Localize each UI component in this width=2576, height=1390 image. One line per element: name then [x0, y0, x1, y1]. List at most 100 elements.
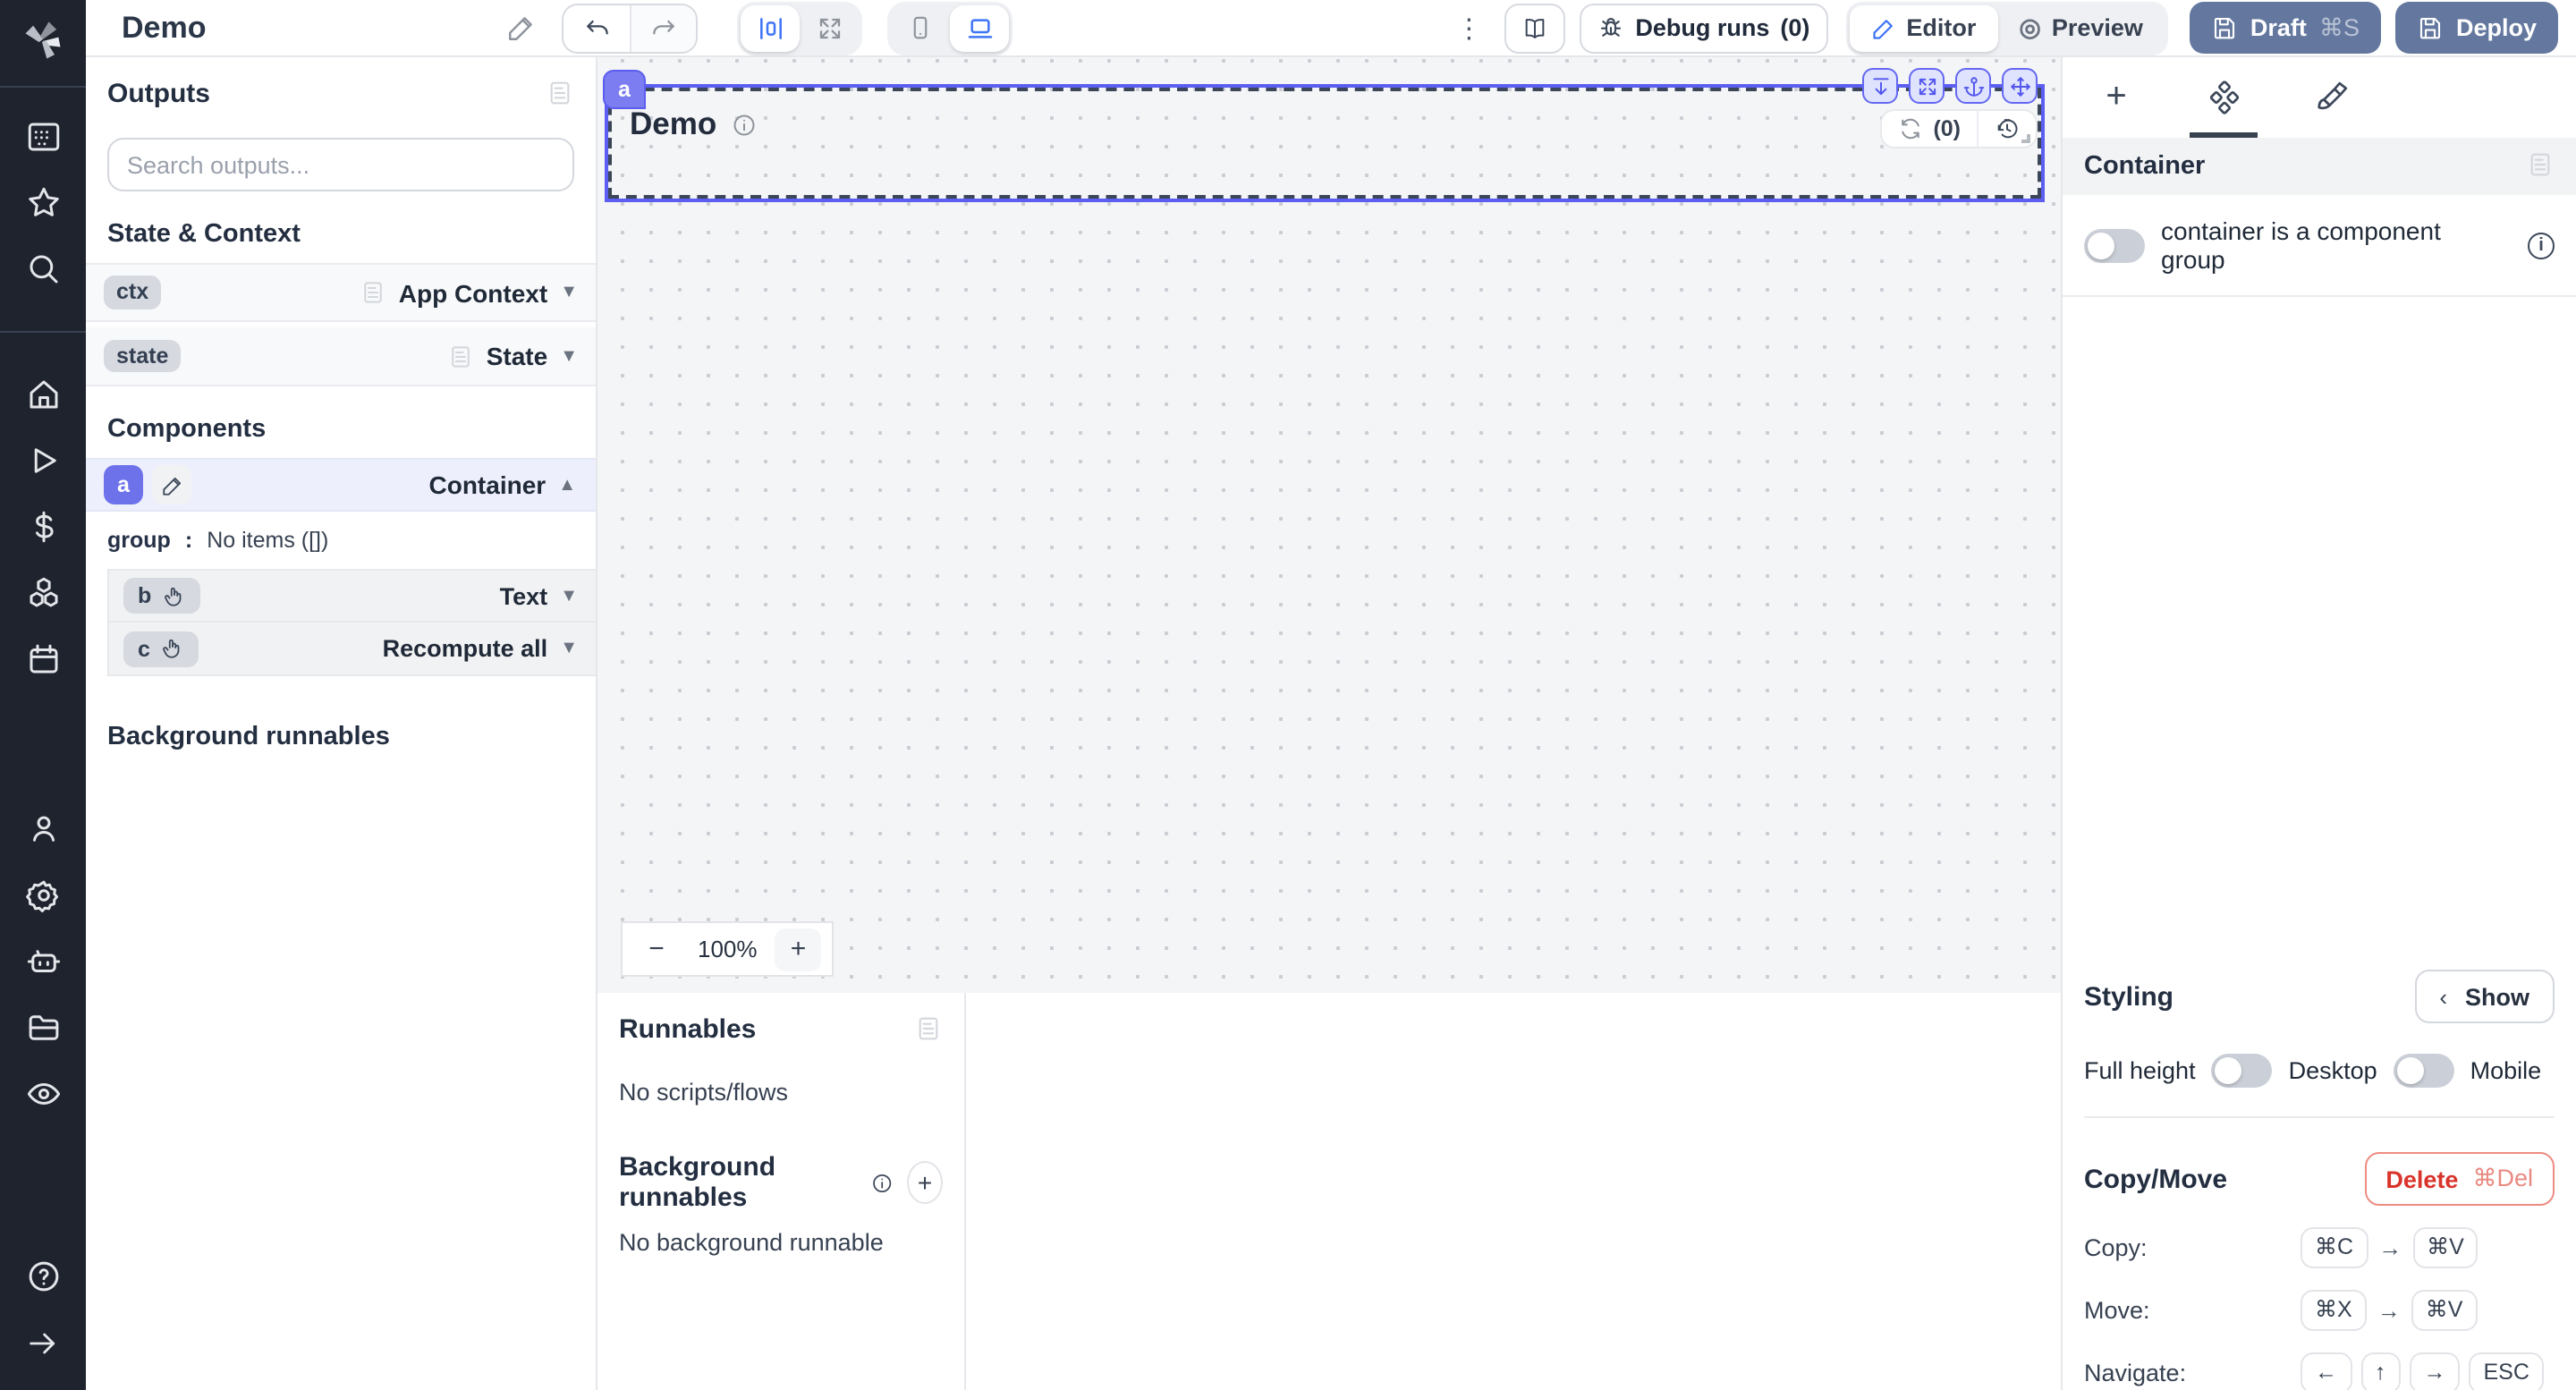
app-canvas[interactable]: a Demo — [597, 57, 2061, 993]
maximize-icon[interactable] — [1909, 68, 1945, 104]
resources-cubes-icon[interactable] — [0, 560, 86, 626]
hand-pointer-icon — [161, 637, 184, 660]
styling-section: Styling ‹ Show Full height Desktop Mobil… — [2063, 948, 2576, 1140]
info-icon — [871, 1169, 893, 1196]
group-value: No items ([]) — [207, 528, 328, 553]
copy-move-title: Copy/Move — [2084, 1164, 2227, 1194]
tab-component-settings[interactable] — [2170, 57, 2277, 138]
component-row-recompute[interactable]: c Recompute all ▼ — [109, 623, 596, 676]
folders-icon[interactable] — [0, 995, 86, 1061]
delete-kbd: ⌘Del — [2472, 1165, 2533, 1193]
tab-styling-brush[interactable] — [2277, 57, 2385, 138]
deploy-button[interactable]: Deploy — [2395, 2, 2558, 54]
variables-dollar-icon[interactable] — [0, 494, 86, 560]
home-icon[interactable] — [0, 361, 86, 428]
chevron-up-icon[interactable]: ▲ — [558, 475, 576, 495]
full-height-toggle[interactable] — [2212, 1054, 2273, 1088]
delete-label: Delete — [2385, 1165, 2458, 1192]
zoom-in-button[interactable]: + — [775, 928, 822, 970]
container-doc-icon[interactable] — [2526, 149, 2555, 183]
state-context-title: State & Context — [86, 191, 596, 263]
component-group-toggle[interactable] — [2084, 228, 2145, 262]
selected-container[interactable]: a Demo — [605, 84, 2045, 202]
kbd-esc: ESC — [2470, 1352, 2544, 1390]
background-runnables-title: Background runnables — [619, 1152, 857, 1213]
rename-pencil-icon[interactable] — [506, 13, 537, 43]
delete-button[interactable]: Delete ⌘Del — [2364, 1152, 2555, 1206]
apps-icon[interactable] — [0, 104, 86, 170]
mobile-view-toggle[interactable] — [891, 4, 950, 51]
add-background-runnable-button[interactable]: + — [907, 1161, 943, 1204]
components-title: Components — [86, 386, 596, 458]
debug-runs-button[interactable]: Debug runs (0) — [1580, 3, 1827, 53]
deploy-button-label: Deploy — [2456, 14, 2537, 41]
desktop-view-toggle[interactable] — [950, 4, 1009, 51]
inspector-panel: + Container container is a com — [2061, 57, 2576, 1390]
canvas-heading-text[interactable]: Demo — [630, 106, 716, 143]
chevron-down-icon[interactable]: ▼ — [560, 346, 578, 366]
runnables-doc-icon[interactable] — [914, 1014, 943, 1048]
editor-tab[interactable]: Editor — [1849, 4, 1997, 51]
text-row-label: Text — [500, 582, 548, 609]
arrow-right-icon: → — [2376, 1297, 2402, 1324]
settings-gear-icon[interactable] — [0, 862, 86, 928]
output-row-state[interactable]: state State ▼ — [86, 327, 596, 386]
components-diamonds-icon — [2207, 81, 2241, 114]
windmill-logo-icon[interactable] — [20, 18, 66, 70]
workers-robot-icon[interactable] — [0, 928, 86, 995]
text-id-badge: b — [138, 583, 151, 608]
collapse-arrow-icon[interactable] — [0, 1309, 86, 1376]
inspector-container-header: Container — [2063, 138, 2576, 195]
undo-icon[interactable] — [564, 4, 630, 51]
container-id-badge: a — [104, 465, 143, 504]
component-row-text[interactable]: b Text ▼ — [109, 569, 596, 623]
canvas-zoom-control: − 100% + — [621, 921, 835, 977]
expand-down-icon[interactable] — [1862, 68, 1898, 104]
rail-divider — [0, 331, 86, 333]
output-row-ctx[interactable]: ctx App Context ▼ — [86, 263, 596, 322]
search-outputs-input[interactable] — [107, 138, 574, 191]
help-icon[interactable] — [0, 1243, 86, 1309]
kbd-arrow-left: ← — [2301, 1352, 2351, 1390]
schedules-calendar-icon[interactable] — [0, 626, 86, 692]
paintbrush-icon — [2314, 81, 2348, 114]
rail-divider — [0, 86, 86, 88]
chevron-down-icon[interactable]: ▼ — [560, 639, 578, 658]
star-icon[interactable] — [0, 170, 86, 236]
history-clock-icon — [1995, 116, 2020, 141]
user-icon[interactable] — [0, 796, 86, 862]
chevron-down-icon[interactable]: ▼ — [560, 586, 578, 606]
draft-button[interactable]: Draft ⌘S — [2190, 2, 2381, 54]
show-label: Show — [2465, 983, 2529, 1010]
docs-book-icon[interactable] — [1504, 3, 1565, 53]
group-key: group — [107, 528, 171, 553]
search-icon[interactable] — [0, 236, 86, 302]
selection-id-badge[interactable]: a — [603, 70, 646, 109]
kbd-copy: ⌘C — [2301, 1227, 2368, 1268]
state-row-label: State — [487, 342, 547, 370]
fullwidth-layout-toggle[interactable] — [800, 4, 859, 51]
more-menu-kebab-icon[interactable]: ⋮ — [1451, 12, 1487, 44]
kbd-paste: ⌘V — [2411, 1290, 2478, 1331]
component-row-container[interactable]: a Container ▲ — [86, 458, 596, 512]
background-runnables-empty-text: No background runnable — [619, 1229, 943, 1256]
refresh-runs-button[interactable]: (0) — [1881, 111, 1977, 147]
rename-pencil-icon[interactable] — [152, 465, 191, 504]
redo-icon[interactable] — [630, 4, 696, 51]
chevron-down-icon[interactable]: ▼ — [560, 283, 578, 302]
tab-insert-component[interactable]: + — [2063, 57, 2170, 138]
centered-layout-toggle[interactable] — [741, 4, 800, 51]
move-icon[interactable] — [2002, 68, 2038, 104]
desktop-toggle[interactable] — [2394, 1054, 2454, 1088]
anchor-icon[interactable] — [1955, 68, 1991, 104]
kbd-paste: ⌘V — [2412, 1227, 2479, 1268]
outputs-doc-icon[interactable] — [546, 79, 574, 113]
arrow-right-icon: → — [2377, 1234, 2403, 1261]
doc-icon — [447, 343, 474, 369]
zoom-out-button[interactable]: − — [633, 928, 680, 970]
styling-show-button[interactable]: ‹ Show — [2414, 970, 2555, 1023]
runs-play-icon[interactable] — [0, 428, 86, 494]
pill-resize-corner[interactable] — [2021, 134, 2030, 143]
audit-eye-icon[interactable] — [0, 1061, 86, 1127]
preview-tab[interactable]: ◎ Preview — [1997, 4, 2165, 51]
